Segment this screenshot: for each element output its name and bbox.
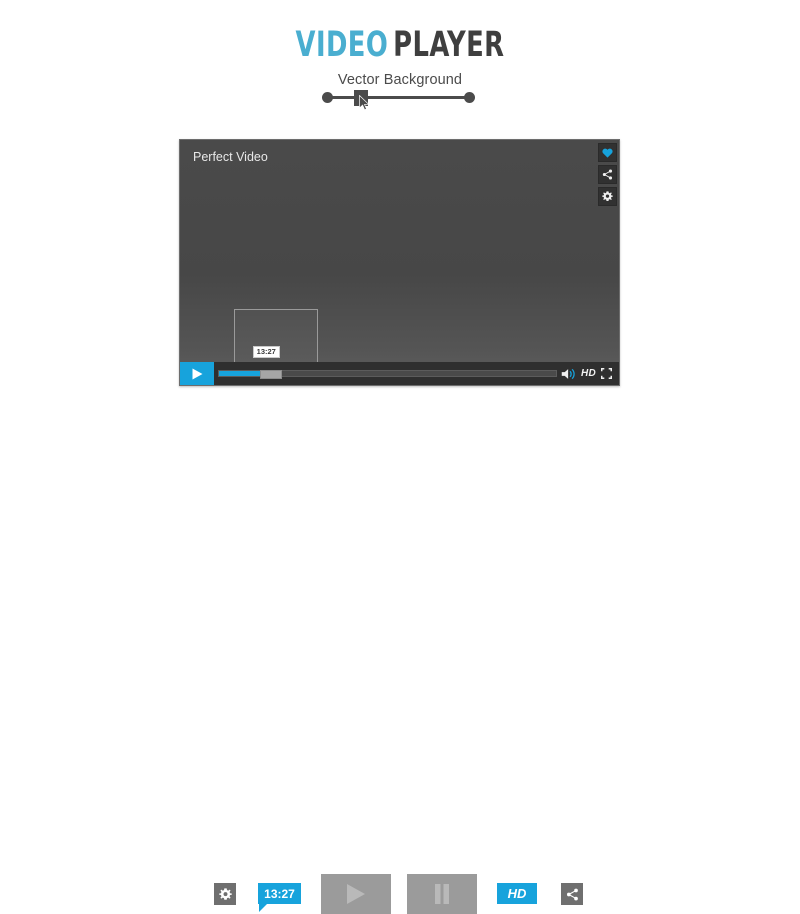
strip-time-label: 13:27 (264, 886, 295, 901)
seek-preview-thumbnail (234, 309, 318, 367)
favorite-button[interactable] (598, 143, 617, 162)
icon-showcase-strip: 13:27 HD (0, 436, 800, 914)
strip-hd-badge[interactable]: HD (497, 883, 537, 904)
page-title: VIDEO PLAYER (72, 28, 728, 63)
share-icon (566, 888, 578, 900)
heart-icon (602, 148, 613, 158)
video-title: Perfect Video (193, 150, 268, 164)
share-icon (602, 169, 613, 180)
slider-dot-left (322, 92, 333, 103)
volume-icon[interactable] (561, 368, 576, 380)
play-icon (192, 368, 202, 379)
slider-dot-right (464, 92, 475, 103)
gear-icon (602, 191, 613, 201)
mouse-cursor-icon (359, 95, 370, 111)
player-right-controls: HD (561, 368, 619, 380)
decorative-slider[interactable] (322, 90, 475, 112)
strip-play-button[interactable] (321, 874, 391, 914)
progress-fill (219, 371, 260, 376)
play-icon (347, 884, 365, 904)
progress-track[interactable] (218, 370, 557, 379)
slider-track (326, 96, 471, 99)
player-control-bar: 13:27 HD (180, 346, 619, 385)
page-title-word-player: PLAYER (393, 25, 505, 65)
gear-icon (218, 887, 232, 900)
progress-handle[interactable] (259, 370, 282, 379)
player-icon-column (598, 143, 617, 209)
strip-hd-label: HD (507, 886, 527, 901)
strip-share-button[interactable] (561, 883, 583, 905)
tooltip-tail (259, 904, 267, 912)
progress-bar-area[interactable]: 13:27 (214, 346, 561, 385)
video-player[interactable]: Perfect Video 13:27 HD (179, 139, 620, 386)
page-subtitle: Vector Background (337, 72, 463, 88)
scrub-time-tooltip: 13:27 (252, 346, 280, 359)
settings-button[interactable] (598, 187, 617, 206)
share-button[interactable] (598, 165, 617, 184)
pause-icon (435, 884, 449, 904)
play-button[interactable] (180, 362, 214, 385)
hd-label[interactable]: HD (581, 368, 596, 379)
fullscreen-icon[interactable] (601, 368, 612, 379)
strip-time-tooltip: 13:27 (258, 883, 301, 912)
strip-settings-button[interactable] (214, 883, 236, 905)
strip-pause-button[interactable] (407, 874, 477, 914)
page-header: VIDEO PLAYER Vector Background (0, 28, 800, 89)
page-title-word-video: VIDEO (295, 25, 389, 65)
